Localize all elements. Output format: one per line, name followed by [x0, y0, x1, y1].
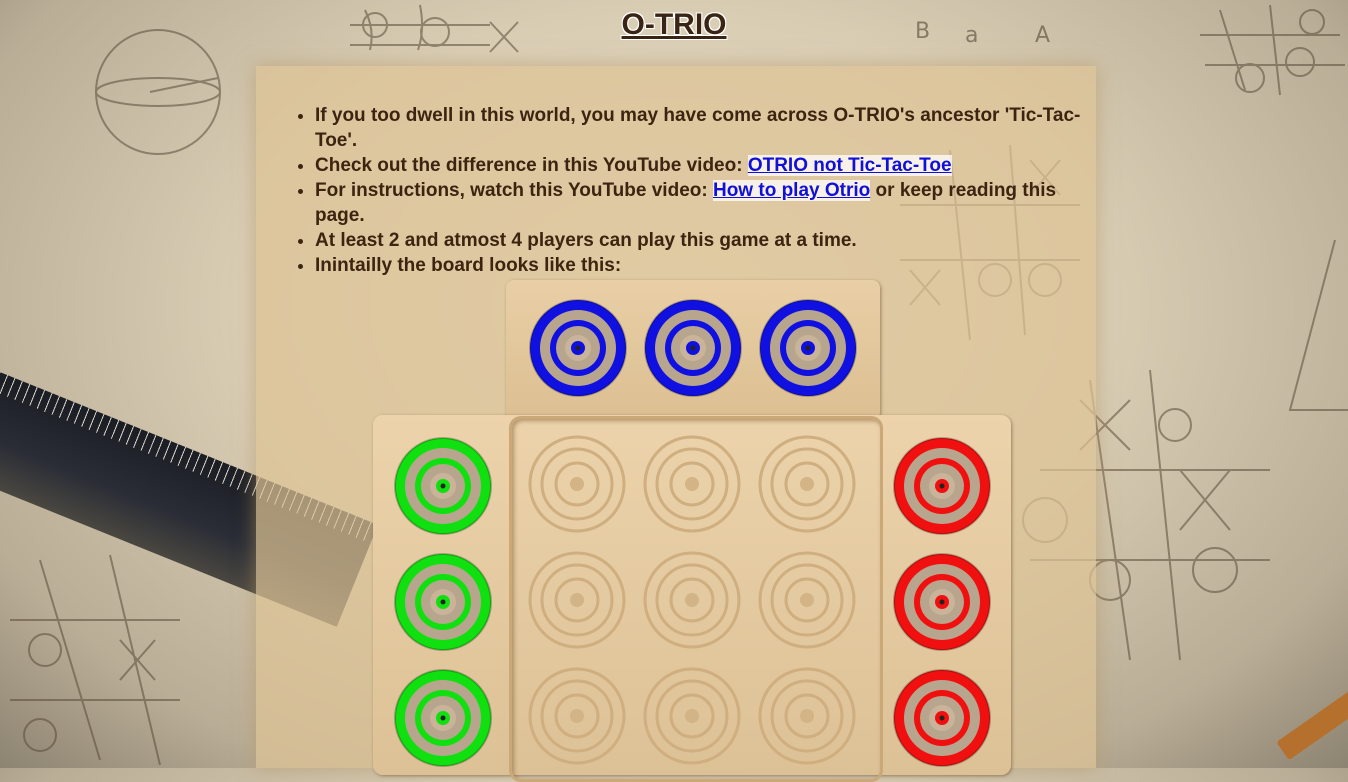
red-piece	[892, 552, 992, 652]
board-slot	[642, 550, 742, 650]
red-piece	[892, 668, 992, 768]
blue-piece	[758, 298, 858, 398]
intro-item-ancestor: If you too dwell in this world, you may …	[315, 103, 1085, 153]
green-piece	[393, 436, 493, 536]
blue-piece	[643, 298, 743, 398]
green-piece	[393, 668, 493, 768]
intro-item-text: For instructions, watch this YouTube vid…	[315, 180, 713, 201]
intro-item-video: Check out the difference in this YouTube…	[315, 153, 1085, 178]
intro-item-text: Inintailly the board looks like this:	[315, 255, 622, 276]
board-slot	[642, 434, 742, 534]
intro-item-initial-board: Inintailly the board looks like this:	[315, 253, 1085, 278]
board-slot	[757, 666, 857, 766]
intro-item-text: Check out the difference in this YouTube…	[315, 155, 748, 176]
board-slot	[527, 666, 627, 766]
intro-item-instructions: For instructions, watch this YouTube vid…	[315, 178, 1085, 228]
board-slot	[757, 434, 857, 534]
board-slot	[642, 666, 742, 766]
intro-list: If you too dwell in this world, you may …	[296, 103, 1085, 278]
board-slot	[757, 550, 857, 650]
page-title: O-TRIO	[621, 8, 727, 41]
otrio-vs-tictactoe-link[interactable]: OTRIO not Tic-Tac-Toe	[747, 155, 952, 176]
board-slot	[527, 550, 627, 650]
intro-item-text: At least 2 and atmost 4 players can play…	[315, 230, 857, 251]
red-piece	[892, 436, 992, 536]
board-slot	[527, 434, 627, 534]
green-piece	[393, 552, 493, 652]
blue-piece	[528, 298, 628, 398]
intro-item-text: If you too dwell in this world, you may …	[315, 105, 1081, 151]
intro-item-players: At least 2 and atmost 4 players can play…	[315, 228, 1085, 253]
how-to-play-link[interactable]: How to play Otrio	[712, 180, 871, 201]
